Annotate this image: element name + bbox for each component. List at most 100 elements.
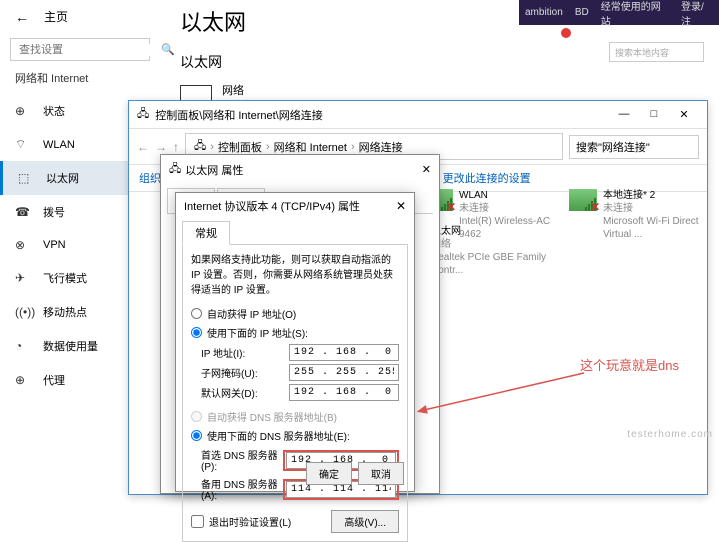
radio-auto-dns[interactable]: 自动获得 DNS 服务器地址(B)	[191, 409, 399, 424]
adapter-detail: Microsoft Wi-Fi Direct Virtual ...	[603, 215, 699, 241]
tab-general[interactable]: 常规	[182, 221, 230, 245]
wlan-icon: ⌔	[15, 137, 31, 152]
settings-header-title: 主页	[44, 8, 68, 25]
chevron-right-icon: ›	[266, 141, 270, 153]
browser-tab[interactable]: ambition	[525, 7, 563, 18]
sidebar-label: 飞行模式	[43, 270, 87, 286]
toolbar-changesettings[interactable]: 更改此连接的设置	[443, 170, 531, 186]
explorer-search-placeholder: 搜索"网络连接"	[576, 142, 650, 154]
explorer-title-text: 控制面板\网络和 Internet\网络连接	[155, 107, 322, 123]
sidebar-label: 移动热点	[43, 304, 87, 320]
ethernet-icon: ⬚	[18, 171, 34, 185]
explorer-titlebar: 🖧 控制面板\网络和 Internet\网络连接 — □ ✕	[129, 101, 707, 129]
adapter-status: 未连接	[459, 202, 555, 215]
close-icon[interactable]: ✕	[396, 199, 406, 213]
settings-main: 以太网 以太网 网络 已连接	[180, 5, 255, 115]
adapter-status: 未连接	[603, 202, 699, 215]
status-icon: ⊕	[15, 104, 31, 118]
settings-search[interactable]: 🔍	[10, 38, 150, 61]
hotspot-icon: ((•))	[15, 305, 31, 319]
radio-manual-dns[interactable]: 使用下面的 DNS 服务器地址(E):	[191, 428, 399, 443]
ipv4-properties-dialog: Internet 协议版本 4 (TCP/IPv4) 属性 ✕ 常规 如果网络支…	[175, 192, 415, 492]
annotation-text: 这个玩意就是dns	[580, 355, 679, 374]
annotation-arrow-icon	[414, 365, 594, 425]
sidebar-label: VPN	[43, 239, 66, 251]
sidebar-label: 状态	[43, 103, 65, 119]
browser-tab[interactable]: 登录/注	[681, 0, 713, 28]
page-search-box[interactable]: 搜索本地内容	[609, 42, 704, 62]
validate-checkbox-row[interactable]: 退出时验证设置(L) 高级(V)...	[191, 510, 399, 533]
airplane-icon: ✈	[15, 271, 31, 285]
subnet-mask-input[interactable]	[289, 364, 399, 381]
datausage-icon: ◔	[15, 339, 31, 353]
chevron-right-icon: ›	[210, 141, 214, 153]
sidebar-section-title: 网络和 Internet	[0, 62, 160, 94]
eth-props-icon: 🖧	[169, 160, 181, 179]
search-icon: 🔍	[161, 43, 175, 56]
gateway-label: 默认网关(D):	[201, 385, 289, 400]
dns2-label: 备用 DNS 服务器(A):	[201, 476, 283, 502]
validate-label: 退出时验证设置(L)	[209, 514, 291, 529]
sidebar-label: 代理	[43, 372, 65, 388]
ipv4-title-text: Internet 协议版本 4 (TCP/IPv4) 属性	[184, 198, 360, 214]
network-name: 网络	[222, 84, 255, 99]
radio-label: 自动获得 IP 地址(O)	[207, 306, 296, 321]
page-title: 以太网	[180, 5, 255, 37]
settings-search-input[interactable]	[19, 44, 161, 56]
breadcrumb-item[interactable]: 网络和 Internet	[274, 139, 347, 155]
breadcrumb-item[interactable]: 网络连接	[359, 139, 403, 155]
radio-input	[191, 411, 202, 422]
maximize-button[interactable]: □	[639, 108, 669, 121]
adapter-local2[interactable]: 本地连接* 2 未连接 Microsoft Wi-Fi Direct Virtu…	[569, 189, 699, 241]
radio-input[interactable]	[191, 430, 202, 441]
minimize-button[interactable]: —	[609, 108, 639, 121]
browser-tab[interactable]: 经常使用的网站	[601, 0, 669, 28]
explorer-search[interactable]: 搜索"网络连接"	[569, 135, 699, 159]
adapter-name: 以太网	[431, 225, 557, 238]
validate-checkbox[interactable]	[191, 515, 204, 528]
subnet-mask-label: 子网掩码(U):	[201, 365, 289, 380]
adapter-name: 本地连接* 2	[603, 189, 699, 202]
adapter-status: 网络	[431, 238, 557, 251]
notification-dot-icon	[561, 28, 571, 38]
adapter-detail: Realtek PCIe GBE Family Contr...	[431, 251, 557, 277]
sidebar-label: WLAN	[43, 139, 75, 151]
chevron-right-icon: ›	[351, 141, 355, 153]
sidebar-label: 拨号	[43, 204, 65, 220]
nav-forward-icon[interactable]: →	[155, 140, 167, 154]
watermark: testerhome.com	[627, 429, 713, 440]
dns1-label: 首选 DNS 服务器(P):	[201, 447, 283, 473]
eth-props-title: 以太网 属性	[185, 162, 243, 178]
browser-tabs: ambition BD 经常使用的网站 登录/注	[519, 0, 719, 25]
adapter-icon	[569, 189, 597, 211]
section-title: 以太网	[180, 52, 255, 72]
explorer-icon: 🖧	[137, 105, 149, 124]
breadcrumb-item[interactable]: 控制面板	[218, 139, 262, 155]
dialup-icon: ☎	[15, 205, 31, 219]
radio-auto-ip[interactable]: 自动获得 IP 地址(O)	[191, 306, 399, 321]
radio-label: 使用下面的 IP 地址(S):	[207, 325, 308, 340]
ipv4-description: 如果网络支持此功能，则可以获取自动指派的 IP 设置。否则，你需要从网络系统管理…	[191, 253, 399, 298]
proxy-icon: ⊕	[15, 373, 31, 387]
gateway-input[interactable]	[289, 384, 399, 401]
vpn-icon: ⊗	[15, 238, 31, 252]
close-button[interactable]: ✕	[669, 108, 699, 121]
radio-label: 自动获得 DNS 服务器地址(B)	[207, 409, 337, 424]
ip-address-label: IP 地址(I):	[201, 345, 289, 360]
radio-input[interactable]	[191, 308, 202, 319]
sidebar-label: 以太网	[46, 170, 79, 186]
radio-manual-ip[interactable]: 使用下面的 IP 地址(S):	[191, 325, 399, 340]
adapter-name: WLAN	[459, 189, 555, 202]
radio-input[interactable]	[191, 327, 202, 338]
ok-button[interactable]: 确定	[306, 462, 352, 485]
back-arrow-icon[interactable]: ←	[15, 9, 29, 25]
nav-up-icon[interactable]: ↑	[173, 140, 179, 154]
advanced-button[interactable]: 高级(V)...	[331, 510, 399, 533]
cancel-button[interactable]: 取消	[358, 462, 404, 485]
browser-tab[interactable]: BD	[575, 7, 589, 18]
ip-address-input[interactable]	[289, 344, 399, 361]
sidebar-label: 数据使用量	[43, 338, 98, 354]
radio-label: 使用下面的 DNS 服务器地址(E):	[207, 428, 350, 443]
nav-back-icon[interactable]: ←	[137, 140, 149, 154]
close-icon[interactable]: ✕	[422, 163, 431, 176]
